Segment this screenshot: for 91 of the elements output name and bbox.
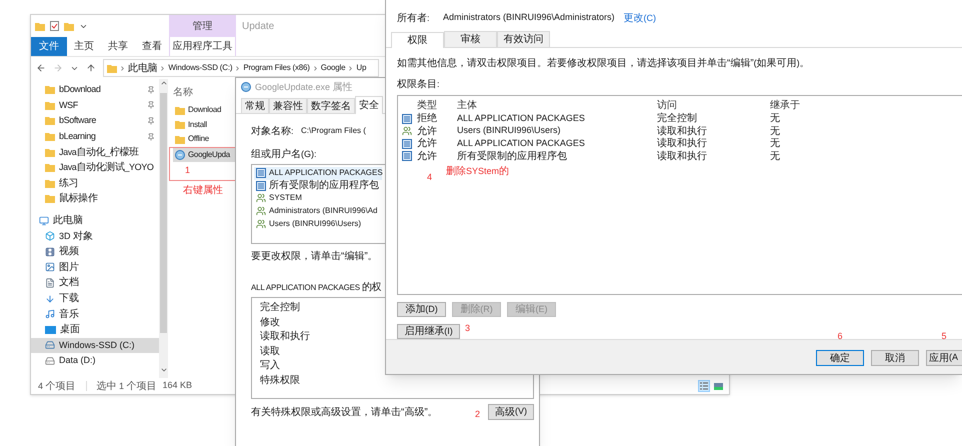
column-header[interactable]: 访问 (657, 98, 770, 114)
breadcrumb[interactable]: Windows-SSD (C:) (168, 62, 232, 74)
dialog-button[interactable]: 应用(A (926, 350, 962, 366)
permission-name: 读取和执行 (260, 330, 310, 344)
permission-name: 特殊权限 (260, 374, 300, 388)
table-row[interactable]: 允许 ALL APPLICATION PACKAGES 读取和执行 无 (402, 136, 962, 149)
ribbon-tab[interactable]: 查看 (135, 37, 169, 56)
info-text: 如需其他信息，请双击权限项目。若要修改权限项目，请选择该项目并单击“编辑”(如果可用)。 (397, 56, 810, 72)
column-header[interactable]: 继承于 (770, 98, 962, 114)
tab[interactable]: 安全 (355, 96, 383, 114)
column-header[interactable]: 名称 (173, 85, 193, 103)
dialog-title: GoogleUpdate.exe 属性 (255, 80, 353, 94)
nav-item[interactable]: 练习 (31, 176, 159, 192)
field-value: C:\Program Files ( (301, 125, 366, 137)
step-number: 5 (941, 330, 946, 343)
section-label: ALL APPLICATION PACKAGES 的权 (251, 280, 382, 295)
status-text: 164 KB (162, 379, 192, 392)
nav-item[interactable]: Java自动化测试_YOYO (31, 160, 159, 176)
nav-item[interactable]: Data (D:) (31, 353, 159, 369)
advanced-button[interactable]: 高级(V) (488, 404, 534, 420)
field-label: 对象名称: (251, 124, 295, 138)
owner-name: Administrators (BINRUI996\Administrators) (443, 11, 615, 24)
nav-item[interactable]: 此电脑 (31, 212, 159, 228)
nav-item[interactable]: 下载 (31, 290, 159, 306)
table-row[interactable]: 拒绝 ALL APPLICATION PACKAGES 完全控制 无 (402, 111, 962, 124)
step-number: 6 (837, 330, 842, 343)
permission-name: 修改 (260, 316, 280, 330)
status-text: 4 个项目 (38, 380, 76, 394)
annotation: 删除SYStem的 (446, 165, 510, 180)
change-link[interactable]: 更改(C) (624, 10, 656, 26)
nav-item[interactable]: 文档 (31, 275, 159, 291)
step-number: 3 (465, 322, 470, 335)
file-item[interactable]: Download (173, 103, 235, 118)
list-item[interactable]: 所有受限制的应用程序包 (254, 180, 382, 192)
context-group-header: 管理 (169, 15, 236, 37)
tab[interactable]: 兼容性 (269, 98, 307, 113)
hint-text: 有关特殊权限或高级设置，请单击“高级”。 (251, 406, 438, 420)
permission-name: 完全控制 (260, 300, 300, 315)
nav-item[interactable]: 桌面 (31, 322, 159, 338)
table-row[interactable]: 允许 所有受限制的应用程序包 读取和执行 无 (402, 148, 962, 162)
file-item[interactable]: GoogleUpda (173, 148, 235, 162)
permission-name: 读取 (260, 344, 280, 358)
nav-item[interactable]: bLearning (31, 128, 159, 144)
nav-item[interactable]: 3D 对象 (31, 228, 159, 244)
tab[interactable]: 常规 (241, 98, 269, 113)
file-item[interactable]: Install (173, 118, 235, 132)
nav-item[interactable]: Windows-SSD (C:) (31, 338, 159, 354)
dialog-button[interactable]: 确定 (816, 350, 864, 366)
nav-item[interactable]: 音乐 (31, 306, 159, 322)
ribbon-tab[interactable]: 主页 (67, 37, 101, 56)
action-button[interactable]: 添加(D) (397, 302, 446, 318)
list-item[interactable]: Administrators (BINRUI996\Ad (254, 204, 382, 218)
nav-item[interactable]: WSF (31, 98, 159, 114)
tab[interactable]: 审核 (444, 31, 497, 48)
nav-item[interactable]: bSoftware (31, 113, 159, 129)
field-label: 所有者: (397, 12, 431, 26)
breadcrumb[interactable]: Program Files (x86) (243, 62, 310, 74)
step-number: 4 (427, 171, 432, 184)
ribbon-tab[interactable]: 文件 (31, 37, 67, 56)
column-header[interactable]: 主体 (457, 98, 657, 114)
breadcrumb[interactable]: 此电脑 (128, 60, 158, 76)
table-row[interactable]: 允许 Users (BINRUI996\Users) 读取和执行 无 (402, 124, 962, 136)
list-item[interactable]: SYSTEM (254, 192, 382, 205)
window-title: Update (241, 20, 274, 34)
nav-item[interactable]: 鼠标操作 (31, 191, 159, 207)
nav-item[interactable]: 图片 (31, 260, 159, 276)
ribbon-tab[interactable]: 应用程序工具 (169, 37, 236, 56)
dialog-button[interactable]: 取消 (871, 350, 919, 366)
tab[interactable]: 有效访问 (497, 31, 550, 48)
nav-item[interactable]: 视频 (31, 244, 159, 260)
nav-item[interactable]: Java自动化_柠檬班 (31, 144, 159, 160)
step-number: 2 (474, 408, 480, 422)
field-label: 组或用户名(G): (251, 148, 316, 162)
hint-text: 要更改权限，请单击“编辑”。 (251, 250, 378, 264)
list-item[interactable]: Users (BINRUI996\Users) (254, 217, 382, 230)
status-text: 选中 1 个项目 (96, 380, 157, 394)
nav-item[interactable]: bDownload (31, 82, 159, 98)
breadcrumb[interactable]: Up (356, 62, 366, 74)
field-label: 权限条目: (397, 78, 440, 92)
breadcrumb[interactable]: Google (320, 62, 346, 74)
annotation: 右键属性 (182, 184, 223, 198)
permission-name: 写入 (260, 358, 280, 373)
step-number: 1 (184, 164, 192, 177)
ribbon-tab[interactable]: 共享 (101, 37, 135, 56)
address-bar[interactable]: 此电脑 Windows-SSD (C:) Program Files (x86) Google Up (103, 59, 379, 77)
tab[interactable]: 权限 (391, 32, 444, 48)
file-item[interactable]: Offline (173, 132, 235, 146)
column-header[interactable]: 类型 (417, 98, 457, 114)
list-item[interactable]: ALL APPLICATION PACKAGES (254, 167, 382, 180)
enable-inheritance-button[interactable]: 启用继承(I) (397, 324, 460, 340)
tab[interactable]: 数字签名 (307, 98, 355, 113)
